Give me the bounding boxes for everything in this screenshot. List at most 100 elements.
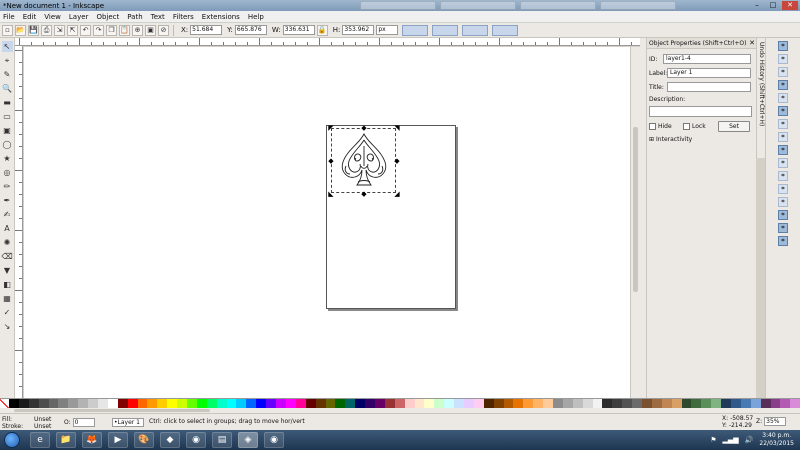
snap-center-button[interactable]: ⌗ (778, 184, 788, 194)
volume-icon[interactable]: 🔊 (745, 436, 754, 444)
expander-icon[interactable]: ⊞ (649, 136, 654, 143)
menu-file[interactable]: File (3, 13, 15, 21)
taskbar-kodi-icon[interactable]: ◆ (160, 432, 180, 448)
menu-view[interactable]: View (44, 13, 61, 21)
taskbar-paint-icon[interactable]: 🎨 (134, 432, 154, 448)
snap-toggle-button[interactable]: ⌗ (778, 41, 788, 51)
canvas-scrollbar[interactable] (630, 47, 640, 398)
spray-tool-icon[interactable]: ✺ (2, 237, 13, 248)
taskbar-media-icon[interactable]: ▶ (108, 432, 128, 448)
menu-layer[interactable]: Layer (69, 13, 89, 21)
flag-icon[interactable]: ⚑ (710, 436, 716, 444)
stroke-value[interactable]: Unset (34, 423, 51, 430)
lock-checkbox[interactable] (683, 123, 690, 130)
title-field[interactable] (667, 82, 751, 92)
print-icon[interactable]: ⎙ (41, 24, 52, 36)
snap-intersect-button[interactable]: ⌗ (778, 132, 788, 142)
scale-handle-ne[interactable]: ◥ (394, 125, 400, 132)
scrollbar-thumb[interactable] (14, 409, 210, 412)
taskbar-firefox-icon[interactable]: 🦊 (82, 432, 102, 448)
description-field[interactable] (649, 106, 752, 117)
selection-bbox[interactable] (331, 128, 396, 193)
clock[interactable]: 3:40 p.m. 22/03/2015 (759, 432, 794, 448)
snap-grid-button[interactable]: ⌗ (778, 223, 788, 233)
snap-cusp-button[interactable]: ⌗ (778, 145, 788, 155)
scale-corners-toggle[interactable] (432, 24, 459, 36)
snap-bbox-edge-button[interactable]: ⌗ (778, 67, 788, 77)
snap-nodes-button[interactable]: ⌗ (778, 106, 788, 116)
menu-text[interactable]: Text (151, 13, 165, 21)
undo-history-tab[interactable]: Undo History (Shift+Ctrl+H) (756, 38, 765, 158)
mesh-tool-icon[interactable]: ▦ (2, 293, 13, 304)
scale-handle-se[interactable]: ◢ (394, 191, 400, 198)
h-field[interactable]: 353.962 (342, 25, 375, 35)
export-icon[interactable]: ⇱ (67, 24, 78, 36)
taskbar-chrome-2-icon[interactable]: ◉ (264, 432, 284, 448)
horizontal-ruler[interactable] (15, 38, 640, 46)
tweak-tool-icon[interactable]: ✎ (2, 69, 13, 80)
node-tool-icon[interactable]: ⌖ (2, 55, 13, 66)
menu-path[interactable]: Path (127, 13, 142, 21)
snap-bbox-mid-button[interactable]: ⌗ (778, 93, 788, 103)
move-patterns-toggle[interactable] (492, 24, 519, 36)
3dbox-tool-icon[interactable]: ▣ (2, 125, 13, 136)
snap-guide-button[interactable]: ⌗ (778, 236, 788, 246)
zoom-tool-icon[interactable]: 🔍 (2, 83, 13, 94)
start-button[interactable] (4, 432, 20, 448)
w-field[interactable]: 336.631 (282, 25, 315, 35)
scale-handle-sw[interactable]: ◣ (328, 191, 334, 198)
background-tab[interactable] (520, 1, 596, 10)
pen-tool-icon[interactable]: ✒ (2, 195, 13, 206)
snap-smooth-button[interactable]: ⌗ (778, 158, 788, 168)
close-button[interactable]: ✕ (782, 1, 798, 10)
zoom-field[interactable]: 35% (764, 417, 787, 426)
save-icon[interactable]: 💾 (28, 24, 39, 36)
redo-icon[interactable]: ↷ (93, 24, 104, 36)
snap-rotation-button[interactable]: ⌗ (778, 197, 788, 207)
background-tab[interactable] (600, 1, 676, 10)
network-icon[interactable]: ▂▄▆ (723, 436, 739, 444)
set-button[interactable]: Set (718, 121, 750, 132)
minimize-button[interactable]: – (750, 1, 764, 10)
group-icon[interactable]: ▣ (145, 24, 156, 36)
select-tool-icon[interactable]: ↖ (1, 41, 13, 52)
scale-handle-w[interactable]: ◆ (328, 158, 334, 165)
zoom-icon[interactable]: ⊕ (132, 24, 143, 36)
open-icon[interactable]: 📂 (15, 24, 26, 36)
menu-object[interactable]: Object (96, 13, 119, 21)
ellipse-tool-icon[interactable]: ◯ (2, 139, 13, 150)
background-tab[interactable] (360, 1, 436, 10)
menu-filters[interactable]: Filters (173, 13, 194, 21)
undo-icon[interactable]: ↶ (80, 24, 91, 36)
lock-ratio-icon[interactable]: 🔒 (316, 24, 328, 36)
background-tab[interactable] (440, 1, 516, 10)
fill-value[interactable]: Unset (34, 416, 51, 423)
snap-path-button[interactable]: ⌗ (778, 119, 788, 129)
connector-tool-icon[interactable]: ↘ (2, 321, 13, 332)
scrollbar-thumb[interactable] (633, 127, 638, 292)
menu-extensions[interactable]: Extensions (202, 13, 240, 21)
scale-stroke-toggle[interactable] (402, 24, 429, 36)
measure-tool-icon[interactable]: ▬ (2, 97, 13, 108)
taskbar-ie-icon[interactable]: e (30, 432, 50, 448)
paste-icon[interactable]: 📋 (119, 24, 130, 36)
scale-handle-nw[interactable]: ◤ (328, 125, 334, 132)
taskbar-explorer-icon[interactable]: 📁 (56, 432, 76, 448)
rect-tool-icon[interactable]: ▭ (2, 111, 13, 122)
snap-page-button[interactable]: ⌗ (778, 210, 788, 220)
scale-handle-n[interactable]: ◆ (361, 125, 367, 132)
taskbar-app-icon[interactable]: ▤ (212, 432, 232, 448)
calligraphy-tool-icon[interactable]: ✍ (2, 209, 13, 220)
bucket-tool-icon[interactable]: ▼ (2, 265, 13, 276)
spiral-tool-icon[interactable]: ◎ (2, 167, 13, 178)
x-field[interactable]: 51.684 (190, 25, 223, 35)
pencil-tool-icon[interactable]: ✏ (2, 181, 13, 192)
interactivity-expander[interactable]: ⊞ Interactivity (649, 136, 692, 143)
label-field[interactable]: Layer 1 (667, 68, 751, 78)
snap-bbox-corner-button[interactable]: ⌗ (778, 80, 788, 90)
dialog-close-icon[interactable]: ✕ (748, 39, 756, 47)
taskbar-chrome-icon[interactable]: ◉ (186, 432, 206, 448)
maximize-button[interactable]: □ (766, 1, 780, 10)
import-icon[interactable]: ⇲ (54, 24, 65, 36)
menu-help[interactable]: Help (248, 13, 264, 21)
